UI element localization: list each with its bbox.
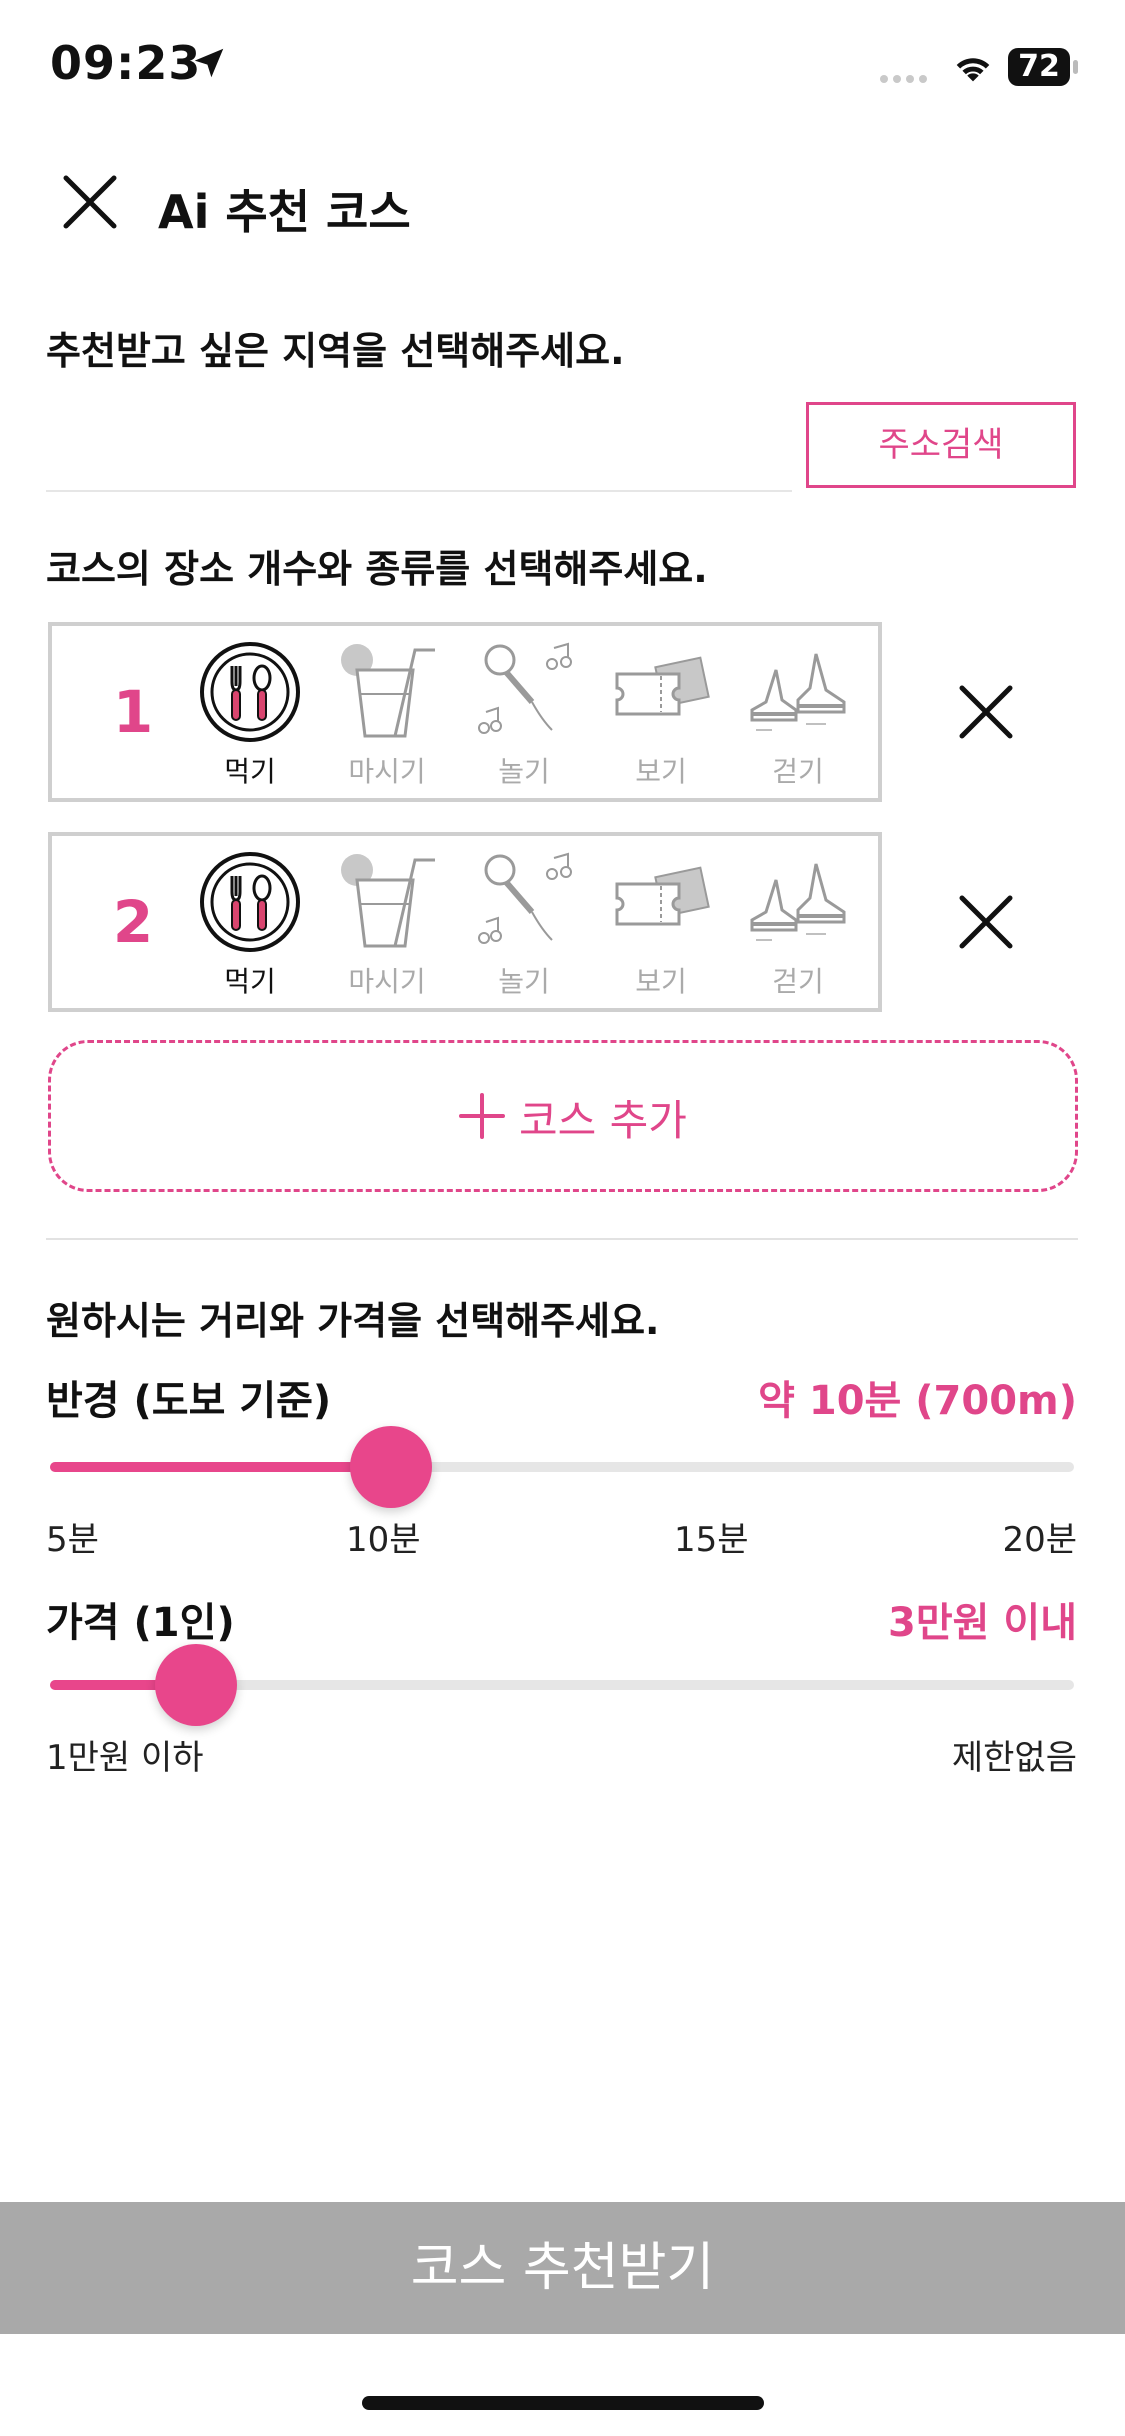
category-option[interactable]: 걷기 <box>738 850 858 1000</box>
category-option[interactable]: 보기 <box>601 640 721 790</box>
options-prompt: 원하시는 거리와 가격을 선택해주세요. <box>46 1299 660 1343</box>
price-max-label: 제한없음 <box>951 1738 1077 1778</box>
radius-tick: 5분 <box>46 1520 99 1560</box>
battery-cap <box>1073 60 1078 74</box>
home-indicator <box>362 2396 764 2410</box>
category-label: 걷기 <box>772 755 824 788</box>
radius-tick: 15분 <box>674 1520 749 1560</box>
address-underline <box>46 490 792 492</box>
category-option[interactable]: 보기 <box>601 850 721 1000</box>
ticket-icon <box>601 850 721 954</box>
shoes-icon <box>738 850 858 954</box>
category-label: 보기 <box>635 755 687 788</box>
page-title: Ai 추천 코스 <box>158 185 411 239</box>
status-time: 09:23 <box>50 36 202 90</box>
location-arrow-icon <box>194 48 224 78</box>
radius-tick: 10분 <box>346 1520 421 1560</box>
address-input[interactable] <box>46 420 786 480</box>
section-divider <box>46 1238 1078 1240</box>
radius-value: 약 10분 (700m) <box>758 1378 1077 1424</box>
drink-icon <box>327 850 447 954</box>
category-option[interactable]: 마시기 <box>327 850 447 1000</box>
get-recommendation-button[interactable]: 코스 추천받기 <box>0 2202 1125 2334</box>
category-option[interactable]: 먹기 <box>190 850 310 1000</box>
add-course-label: 코스 추가 <box>519 1096 687 1145</box>
course-row: 1 먹기 마시기 놀기 보기 걷기 <box>48 622 882 802</box>
radius-slider-fill <box>50 1462 391 1472</box>
price-label: 가격 (1인) <box>46 1600 235 1646</box>
fork-spoon-icon <box>190 640 310 744</box>
category-label: 마시기 <box>348 965 426 998</box>
category-label: 먹기 <box>224 755 276 788</box>
wifi-icon <box>956 58 990 82</box>
price-min-label: 1만원 이하 <box>46 1738 204 1778</box>
remove-course-icon[interactable] <box>956 682 1016 742</box>
radius-slider[interactable] <box>50 1426 1074 1508</box>
radius-tick: 20분 <box>1002 1520 1077 1560</box>
region-prompt: 추천받고 싶은 지역을 선택해주세요. <box>46 329 625 373</box>
remove-course-icon[interactable] <box>956 892 1016 952</box>
category-label: 먹기 <box>224 965 276 998</box>
course-row: 2 먹기 마시기 놀기 보기 걷기 <box>48 832 882 1012</box>
plus-icon <box>459 1093 505 1139</box>
price-slider-thumb[interactable] <box>155 1644 238 1726</box>
category-option[interactable]: 놀기 <box>464 640 584 790</box>
category-option[interactable]: 먹기 <box>190 640 310 790</box>
microphone-icon <box>464 640 584 744</box>
radius-slider-thumb[interactable] <box>349 1426 432 1508</box>
battery-level: 72 <box>1008 48 1070 86</box>
price-value: 3만원 이내 <box>888 1600 1077 1646</box>
address-search-button[interactable]: 주소검색 <box>806 402 1076 488</box>
drink-icon <box>327 640 447 744</box>
course-row-number: 2 <box>112 888 154 956</box>
radius-label: 반경 (도보 기준) <box>46 1378 332 1424</box>
ticket-icon <box>601 640 721 744</box>
category-option[interactable]: 걷기 <box>738 640 858 790</box>
close-icon[interactable] <box>60 172 120 232</box>
category-option[interactable]: 마시기 <box>327 640 447 790</box>
category-label: 놀기 <box>498 965 550 998</box>
category-label: 걷기 <box>772 965 824 998</box>
price-slider[interactable] <box>50 1644 1074 1726</box>
course-row-number: 1 <box>112 678 154 746</box>
category-option[interactable]: 놀기 <box>464 850 584 1000</box>
add-course-button[interactable]: 코스 추가 <box>48 1040 1078 1192</box>
course-prompt: 코스의 장소 개수와 종류를 선택해주세요. <box>46 547 708 591</box>
category-label: 보기 <box>635 965 687 998</box>
fork-spoon-icon <box>190 850 310 954</box>
category-label: 놀기 <box>498 755 550 788</box>
signal-icon <box>880 68 936 83</box>
microphone-icon <box>464 850 584 954</box>
shoes-icon <box>738 640 858 744</box>
category-label: 마시기 <box>348 755 426 788</box>
